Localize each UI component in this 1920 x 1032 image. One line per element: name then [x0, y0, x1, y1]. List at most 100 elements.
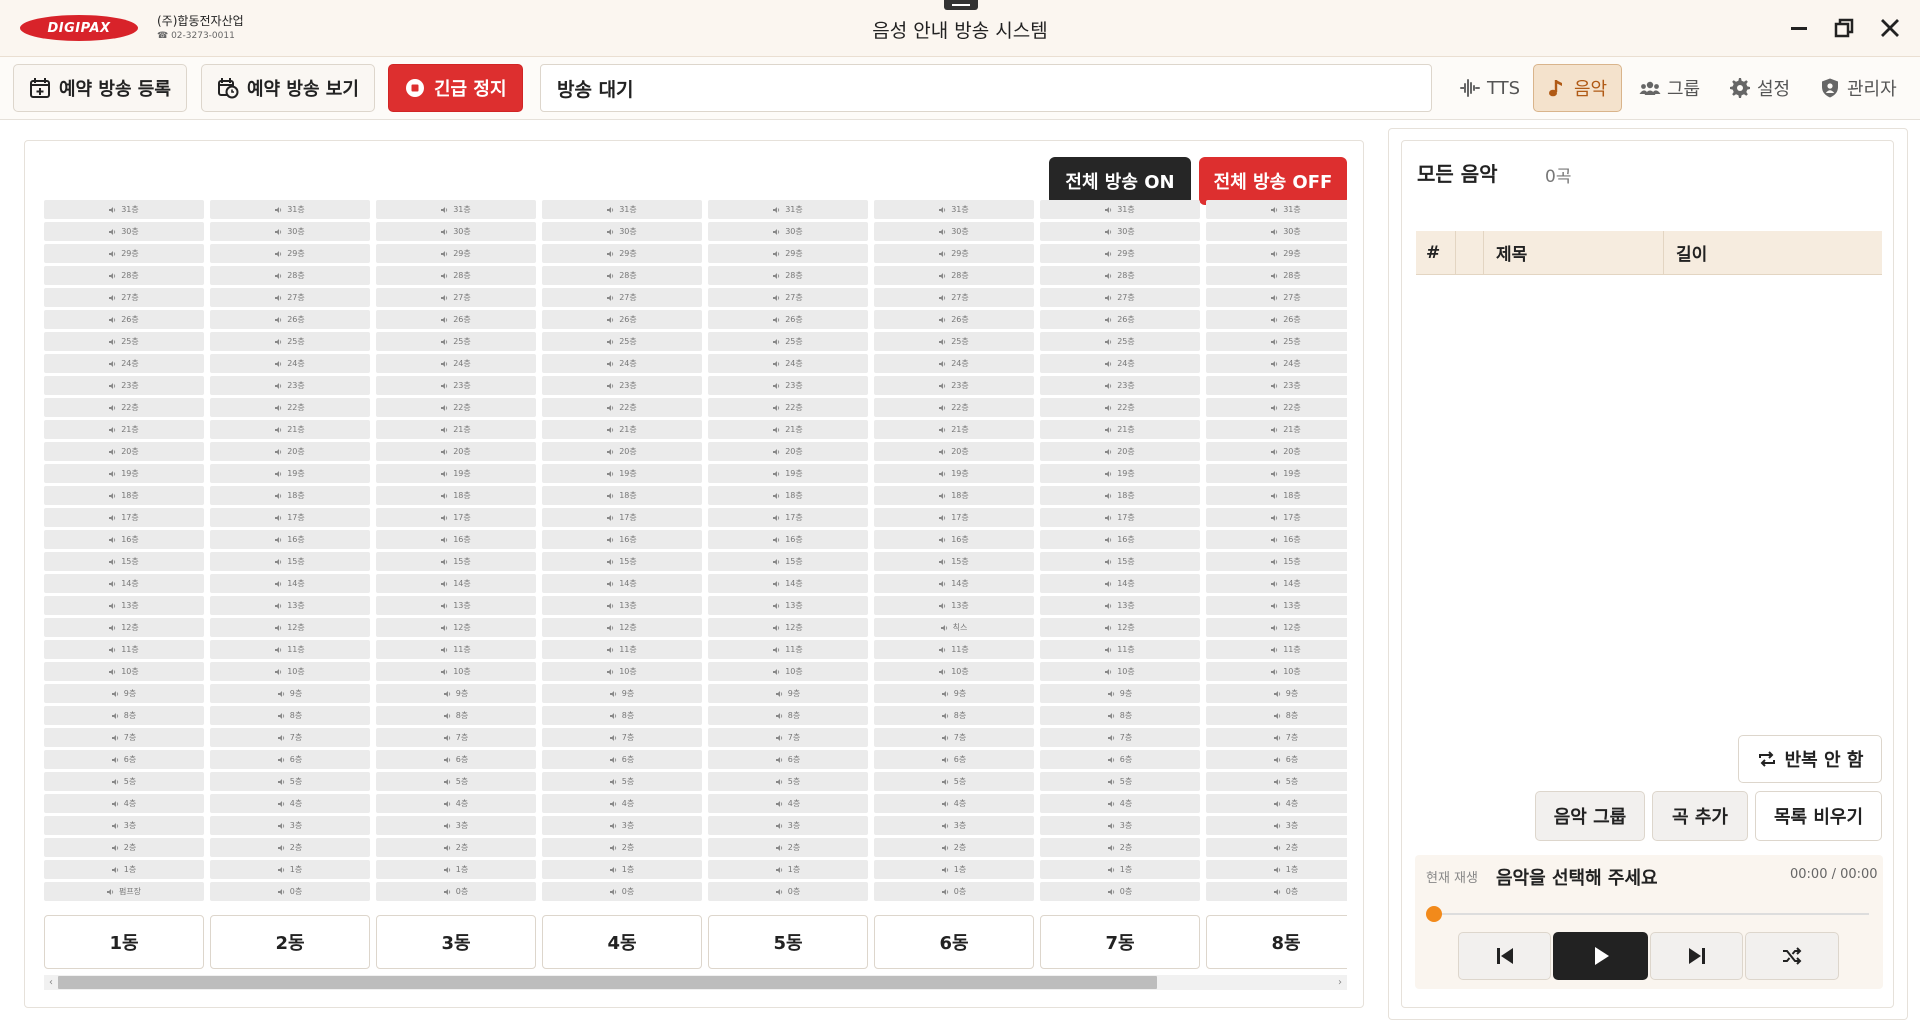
floor-speaker-button[interactable]: 0층	[1040, 882, 1200, 901]
floor-speaker-button[interactable]: 23층	[874, 376, 1034, 395]
floor-speaker-button[interactable]: 19층	[874, 464, 1034, 483]
floor-speaker-button[interactable]: 18층	[1040, 486, 1200, 505]
floor-speaker-button[interactable]: 4층	[1040, 794, 1200, 813]
floor-speaker-button[interactable]: 3층	[210, 816, 370, 835]
floor-speaker-button[interactable]: 16층	[210, 530, 370, 549]
floor-speaker-button[interactable]: 0층	[376, 882, 536, 901]
floor-speaker-button[interactable]: 28층	[210, 266, 370, 285]
floor-speaker-button[interactable]: 26층	[1206, 310, 1347, 329]
floor-speaker-button[interactable]: 8층	[1206, 706, 1347, 725]
floor-speaker-button[interactable]: 13층	[874, 596, 1034, 615]
floor-speaker-button[interactable]: 31층	[874, 200, 1034, 219]
floor-speaker-button[interactable]: 20층	[210, 442, 370, 461]
floor-speaker-button[interactable]: 18층	[542, 486, 702, 505]
floor-speaker-button[interactable]: 20층	[874, 442, 1034, 461]
floor-speaker-button[interactable]: 21층	[874, 420, 1034, 439]
col-select[interactable]	[1456, 230, 1484, 275]
floor-speaker-button[interactable]: 17층	[376, 508, 536, 527]
floor-speaker-button[interactable]: 12층	[1040, 618, 1200, 637]
floor-speaker-button[interactable]: 10층	[44, 662, 204, 681]
floor-speaker-button[interactable]: 4층	[874, 794, 1034, 813]
floor-speaker-button[interactable]: 29층	[1040, 244, 1200, 263]
floor-speaker-button[interactable]: 6층	[210, 750, 370, 769]
previous-track-button[interactable]	[1458, 932, 1551, 980]
floor-speaker-button[interactable]: 19층	[1040, 464, 1200, 483]
floor-speaker-button[interactable]: 7층	[1040, 728, 1200, 747]
floor-speaker-button[interactable]: 16층	[708, 530, 868, 549]
shuffle-button[interactable]	[1745, 932, 1839, 980]
playback-progress-bar[interactable]	[1426, 906, 1869, 922]
floor-speaker-button[interactable]: 10층	[874, 662, 1034, 681]
floor-speaker-button[interactable]: 15층	[210, 552, 370, 571]
floor-speaker-button[interactable]: 7층	[44, 728, 204, 747]
floor-speaker-button[interactable]: 23층	[708, 376, 868, 395]
floor-speaker-button[interactable]: 10층	[1206, 662, 1347, 681]
floor-speaker-button[interactable]: 7층	[210, 728, 370, 747]
floor-speaker-button[interactable]: 5층	[210, 772, 370, 791]
floor-speaker-button[interactable]: 14층	[874, 574, 1034, 593]
floor-speaker-button[interactable]: 16층	[376, 530, 536, 549]
floor-speaker-button[interactable]: 24층	[1040, 354, 1200, 373]
floor-speaker-button[interactable]: 29층	[708, 244, 868, 263]
floor-speaker-button[interactable]: 14층	[1040, 574, 1200, 593]
floor-speaker-button[interactable]: 10층	[708, 662, 868, 681]
floor-speaker-button[interactable]: 22층	[376, 398, 536, 417]
floor-speaker-button[interactable]: 20층	[1040, 442, 1200, 461]
floor-speaker-button[interactable]: 23층	[210, 376, 370, 395]
floor-speaker-button[interactable]: 16층	[1206, 530, 1347, 549]
floor-speaker-button[interactable]: 13층	[1206, 596, 1347, 615]
floor-speaker-button[interactable]: 22층	[874, 398, 1034, 417]
floor-speaker-button[interactable]: 12층	[210, 618, 370, 637]
floor-speaker-button[interactable]: 2층	[210, 838, 370, 857]
floor-speaker-button[interactable]: 13층	[44, 596, 204, 615]
floor-speaker-button[interactable]: 21층	[708, 420, 868, 439]
floor-speaker-button[interactable]: 7층	[542, 728, 702, 747]
nav-tts[interactable]: TTS	[1447, 64, 1532, 112]
floor-speaker-button[interactable]: 22층	[210, 398, 370, 417]
floor-speaker-button[interactable]: 20층	[708, 442, 868, 461]
floor-speaker-button[interactable]: 14층	[542, 574, 702, 593]
floor-speaker-button[interactable]: 2층	[376, 838, 536, 857]
nav-admin[interactable]: 관리자	[1807, 64, 1909, 112]
floor-speaker-button[interactable]: 17층	[210, 508, 370, 527]
floor-speaker-button[interactable]: 6층	[542, 750, 702, 769]
emergency-stop-button[interactable]: 긴급 정지	[388, 64, 523, 112]
floor-speaker-button[interactable]: 2층	[1040, 838, 1200, 857]
floor-speaker-button[interactable]: 13층	[542, 596, 702, 615]
floor-speaker-button[interactable]: 30층	[44, 222, 204, 241]
progress-knob[interactable]	[1426, 906, 1442, 922]
floor-speaker-button[interactable]: 28층	[44, 266, 204, 285]
floor-speaker-button[interactable]: 17층	[542, 508, 702, 527]
floor-speaker-button[interactable]: 24층	[376, 354, 536, 373]
floor-speaker-button[interactable]: 30층	[708, 222, 868, 241]
building-select-button[interactable]: 7동	[1040, 915, 1200, 969]
floor-speaker-button[interactable]: 2층	[874, 838, 1034, 857]
floor-speaker-button[interactable]: 4층	[44, 794, 204, 813]
floor-speaker-button[interactable]: 6층	[708, 750, 868, 769]
floor-speaker-button[interactable]: 31층	[210, 200, 370, 219]
floor-speaker-button[interactable]: 17층	[1040, 508, 1200, 527]
floor-speaker-button[interactable]: 22층	[1206, 398, 1347, 417]
floor-speaker-button[interactable]: 2층	[542, 838, 702, 857]
floor-speaker-button[interactable]: 9층	[44, 684, 204, 703]
schedule-register-button[interactable]: 예약 방송 등록	[13, 64, 187, 112]
floor-speaker-button[interactable]: 14층	[1206, 574, 1347, 593]
floor-speaker-button[interactable]: 23층	[1040, 376, 1200, 395]
floor-speaker-button[interactable]: 1층	[708, 860, 868, 879]
floor-speaker-button[interactable]: 28층	[708, 266, 868, 285]
floor-speaker-button[interactable]: 28층	[376, 266, 536, 285]
floor-speaker-button[interactable]: 9층	[376, 684, 536, 703]
floor-speaker-button[interactable]: 12층	[44, 618, 204, 637]
floor-speaker-button[interactable]: 12층	[708, 618, 868, 637]
floor-speaker-button[interactable]: 15층	[708, 552, 868, 571]
floor-speaker-button[interactable]: 15층	[1206, 552, 1347, 571]
floor-speaker-button[interactable]: 27층	[1040, 288, 1200, 307]
floor-speaker-button[interactable]: 23층	[44, 376, 204, 395]
floor-speaker-button[interactable]: 17층	[708, 508, 868, 527]
floor-speaker-button[interactable]: 13층	[376, 596, 536, 615]
floor-speaker-button[interactable]: 9층	[874, 684, 1034, 703]
floor-speaker-button[interactable]: 26층	[376, 310, 536, 329]
floor-speaker-button[interactable]: 11층	[708, 640, 868, 659]
floor-speaker-button[interactable]: 5층	[44, 772, 204, 791]
floor-speaker-button[interactable]: 26층	[44, 310, 204, 329]
